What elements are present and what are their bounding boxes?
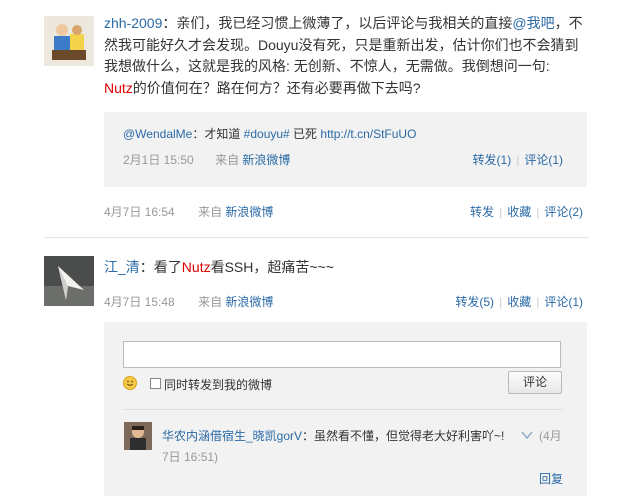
comment-text: 虽然看不懂，但觉得老大好利害吖~! <box>314 429 505 443</box>
submit-comment-button[interactable]: 评论 <box>508 371 562 394</box>
separator: | <box>516 153 520 167</box>
post2-text-b: 看SSH，超痛苦~~~ <box>210 259 334 275</box>
commenter-avatar[interactable] <box>124 422 152 450</box>
quote-meta: 2月1日 15:50 来自 新浪微博 <box>123 151 290 168</box>
emoji-icon[interactable] <box>123 376 137 390</box>
quote-source-link[interactable]: 新浪微博 <box>242 153 290 167</box>
comment-content: 华农内涵借宿生_晓凯gorV：虽然看不懂，但觉得老大好利害吖~! <box>162 427 504 444</box>
comment-input[interactable] <box>123 341 561 368</box>
post1-favorite-link[interactable]: 收藏 <box>507 205 531 219</box>
post2-from-label: 来自 <box>198 295 223 309</box>
avatar-zhh-2009[interactable] <box>44 16 94 66</box>
chevron-down-icon[interactable] <box>521 427 533 445</box>
post2-source-link[interactable]: 新浪微博 <box>225 295 273 309</box>
post1-source-link[interactable]: 新浪微博 <box>225 205 273 219</box>
separator: | <box>536 295 540 309</box>
quote-timestamp-link[interactable]: 2月1日 15:50 <box>123 153 194 167</box>
post2-nutz-keyword: Nutz <box>181 259 211 275</box>
post2-content: 江_清：看了Nutz看SSH，超痛苦~~~ <box>104 257 334 279</box>
repost-checkbox-label[interactable]: 同时转发到我的微博 <box>164 376 272 393</box>
quote-text-b: 已死 <box>289 127 321 141</box>
post1-author-link[interactable]: zhh-2009 <box>104 15 162 31</box>
post1-timestamp-link[interactable]: 4月7日 16:54 <box>104 205 175 219</box>
post1-actions: 转发 | 收藏 | 评论(2) <box>470 203 583 220</box>
commenter-name-link[interactable]: 华农内涵借宿生_晓凯gorV <box>162 429 302 443</box>
separator: | <box>499 295 503 309</box>
separator: | <box>499 205 503 219</box>
quote-hashtag-link[interactable]: #douyu# <box>244 127 290 141</box>
quote-from-label: 来自 <box>215 153 240 167</box>
post1-text-b: ，不 <box>554 15 583 31</box>
post1-quoted-post: @WendalMe：才知道 #douyu# 已死 http://t.cn/StF… <box>104 112 587 187</box>
avatar-image <box>124 422 152 450</box>
quote-author-link[interactable]: @WendalMe <box>123 127 192 141</box>
quote-text-a: ：才知道 <box>192 127 244 141</box>
post1-repost-link[interactable]: 转发 <box>470 205 494 219</box>
comment-reply-link[interactable]: 回复 <box>539 470 563 487</box>
post1-line4-rest: 的价值何在？路在何方？还有必要再做下去吗? <box>132 79 421 96</box>
comment-time-b: 7日 16:51) <box>162 450 219 464</box>
post2-meta: 4月7日 15:48 来自 新浪微博 <box>104 293 273 310</box>
post1-content: zhh-2009：亲们，我已经习惯上微薄了，以后评论与我相关的直接@我吧，不 然… <box>104 13 604 99</box>
quote-content: @WendalMe：才知道 #douyu# 已死 http://t.cn/StF… <box>123 125 416 142</box>
post1-line2: 然我可能好久才会发现。Douyu没有死，只是重新出发，估计你们也不会猜到 <box>104 36 579 53</box>
post1-comment-link[interactable]: 评论(2) <box>544 205 583 219</box>
post-divider <box>44 237 589 238</box>
post2-colon: ： <box>139 259 154 275</box>
comment-colon: ： <box>302 429 315 443</box>
quote-repost-link[interactable]: 转发(1) <box>473 153 512 167</box>
post2-actions: 转发(5) | 收藏 | 评论(1) <box>455 293 583 310</box>
avatar-image <box>44 16 94 66</box>
smiley-face-icon <box>126 380 134 386</box>
post1-meta: 4月7日 16:54 来自 新浪微博 <box>104 203 273 220</box>
comment-reply-label: 回复 <box>539 472 564 486</box>
post1-nutz-keyword: Nutz <box>104 79 133 96</box>
avatar-image <box>44 256 94 306</box>
post2-timestamp-link[interactable]: 4月7日 15:48 <box>104 295 175 309</box>
post2-author-link[interactable]: 江_清 <box>104 259 140 275</box>
post2-comment-link[interactable]: 评论(1) <box>544 295 583 309</box>
quote-url-link[interactable]: http://t.cn/StFuUO <box>320 127 416 141</box>
quote-actions: 转发(1) | 评论(1) <box>473 151 563 168</box>
comment-time-a: (4月 <box>539 429 562 443</box>
post2-repost-link[interactable]: 转发(5) <box>455 295 494 309</box>
repost-checkbox[interactable] <box>150 378 161 389</box>
separator: | <box>536 205 540 219</box>
comment-divider <box>123 409 563 410</box>
post1-mention-link[interactable]: @我吧 <box>512 15 554 31</box>
post1-colon: ： <box>162 15 177 31</box>
post1-text-a: 亲们，我已经习惯上微薄了，以后评论与我相关的直接 <box>176 15 513 31</box>
post2-text-a: 看了 <box>153 259 182 275</box>
quote-comment-link[interactable]: 评论(1) <box>524 153 563 167</box>
post2-favorite-link[interactable]: 收藏 <box>507 295 531 309</box>
post1-from-label: 来自 <box>198 205 223 219</box>
post1-line3: 我想做什么，这就是我的风格: 无创新、不惊人，无需做。我倒想问一句: <box>104 58 550 74</box>
avatar-jiang-qing[interactable] <box>44 256 94 306</box>
